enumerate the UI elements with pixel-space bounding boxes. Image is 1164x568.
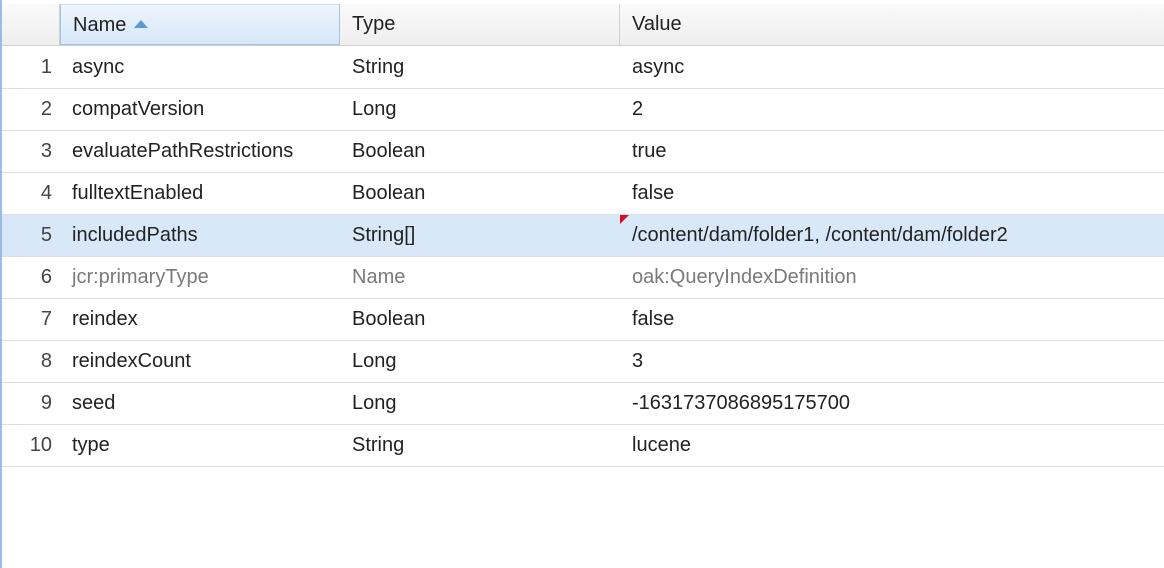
property-value[interactable]: 2 — [632, 89, 643, 130]
column-header-type-label: Type — [352, 13, 396, 35]
column-header-name[interactable]: Name — [60, 4, 340, 45]
property-name[interactable]: type — [72, 425, 110, 466]
table-row-selected[interactable]: 5 includedPaths String[] /content/dam/fo… — [2, 215, 1164, 257]
property-value[interactable]: -1631737086895175700 — [632, 383, 850, 424]
property-value[interactable]: oak:QueryIndexDefinition — [632, 257, 857, 298]
column-header-value-label: Value — [632, 13, 682, 35]
property-type[interactable]: Boolean — [352, 131, 425, 172]
property-value[interactable]: /content/dam/folder1, /content/dam/folde… — [632, 215, 1008, 256]
property-type[interactable]: String — [352, 47, 404, 88]
row-number: 7 — [40, 308, 52, 330]
row-number: 2 — [40, 98, 52, 120]
table-row[interactable]: 7 reindex Boolean false — [2, 299, 1164, 341]
table-row[interactable]: 9 seed Long -1631737086895175700 — [2, 383, 1164, 425]
property-name[interactable]: evaluatePathRestrictions — [72, 131, 293, 172]
row-number: 5 — [40, 224, 52, 246]
property-value[interactable]: false — [632, 173, 674, 214]
row-number: 9 — [40, 392, 52, 414]
table-row[interactable]: 2 compatVersion Long 2 — [2, 89, 1164, 131]
column-header-row-number — [10, 4, 60, 45]
property-name[interactable]: reindexCount — [72, 341, 191, 382]
property-type[interactable]: Boolean — [352, 299, 425, 340]
property-value[interactable]: 3 — [632, 341, 643, 382]
property-value[interactable]: false — [632, 299, 674, 340]
row-number: 1 — [40, 56, 52, 78]
property-name[interactable]: reindex — [72, 299, 138, 340]
table-row[interactable]: 1 async String async — [2, 47, 1164, 89]
row-number: 8 — [40, 350, 52, 372]
table-row[interactable]: 4 fulltextEnabled Boolean false — [2, 173, 1164, 215]
property-name[interactable]: async — [72, 47, 124, 88]
table-row[interactable]: 8 reindexCount Long 3 — [2, 341, 1164, 383]
row-number: 4 — [40, 182, 52, 204]
column-header-value[interactable]: Value — [620, 4, 1164, 45]
property-name[interactable]: jcr:primaryType — [72, 257, 209, 298]
property-value[interactable]: lucene — [632, 425, 691, 466]
modified-marker-icon — [620, 215, 629, 224]
property-type[interactable]: Long — [352, 89, 397, 130]
grid-header: Name Type Value — [2, 4, 1164, 46]
row-number: 10 — [29, 434, 52, 456]
property-type[interactable]: String — [352, 425, 404, 466]
property-name[interactable]: includedPaths — [72, 215, 198, 256]
grid-body: 1 async String async 2 compatVersion Lon… — [2, 47, 1164, 467]
property-name[interactable]: fulltextEnabled — [72, 173, 203, 214]
column-header-name-label: Name — [73, 14, 127, 36]
properties-grid-panel: Name Type Value 1 async String async 2 c… — [0, 0, 1164, 568]
property-name[interactable]: seed — [72, 383, 115, 424]
table-row[interactable]: 3 evaluatePathRestrictions Boolean true — [2, 131, 1164, 173]
sort-ascending-icon[interactable] — [134, 19, 149, 28]
property-type[interactable]: Boolean — [352, 173, 425, 214]
property-type[interactable]: Long — [352, 383, 397, 424]
table-row[interactable]: 10 type String lucene — [2, 425, 1164, 467]
property-type[interactable]: Name — [352, 257, 405, 298]
row-number: 6 — [40, 266, 52, 288]
property-value[interactable]: async — [632, 47, 684, 88]
row-number: 3 — [40, 140, 52, 162]
column-header-type[interactable]: Type — [340, 4, 620, 45]
property-type[interactable]: String[] — [352, 215, 415, 256]
property-value[interactable]: true — [632, 131, 666, 172]
table-row-protected[interactable]: 6 jcr:primaryType Name oak:QueryIndexDef… — [2, 257, 1164, 299]
property-type[interactable]: Long — [352, 341, 397, 382]
property-name[interactable]: compatVersion — [72, 89, 204, 130]
